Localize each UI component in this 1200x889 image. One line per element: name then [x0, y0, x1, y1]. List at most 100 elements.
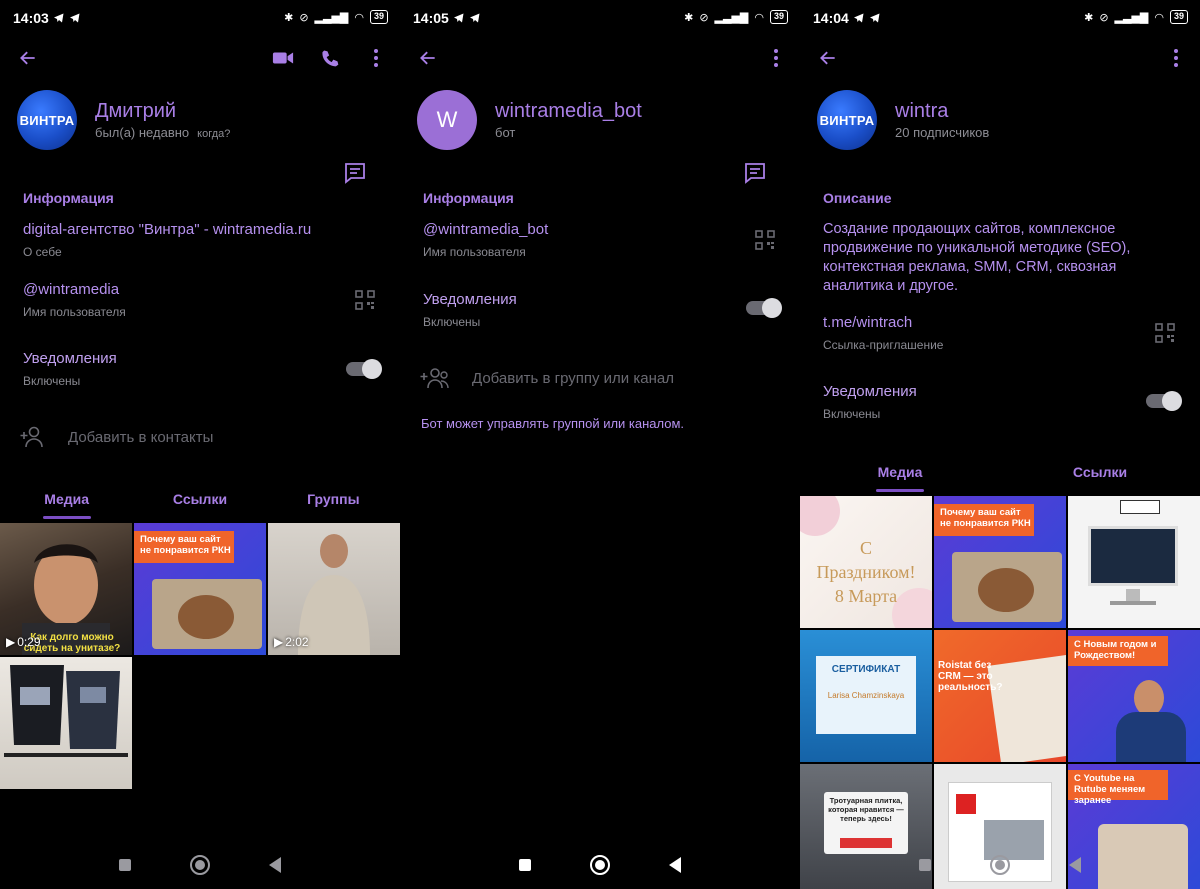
add-group-icon [420, 368, 449, 389]
signal-icon: ▂▃▅▇ [714, 11, 749, 24]
tab-links[interactable]: Ссылки [1000, 464, 1200, 492]
username-value[interactable]: @wintramedia_bot [423, 220, 548, 239]
profile-name: Дмитрий [95, 100, 177, 122]
video-call-icon[interactable] [271, 46, 295, 70]
media-tile[interactable] [1068, 496, 1200, 628]
status-icons: ✱ ⊘ ▂▃▅▇ ◠ 39 [284, 10, 388, 24]
recents-icon[interactable] [519, 859, 532, 871]
avatar[interactable]: W [417, 90, 477, 150]
home-icon[interactable] [989, 855, 1010, 875]
media-tile[interactable]: С Новым годом и Рождеством! [1068, 630, 1200, 762]
qr-code-icon[interactable] [354, 289, 376, 311]
media-tile[interactable] [0, 657, 132, 789]
telegram-icon [69, 13, 80, 23]
last-seen-hint[interactable]: когда? [197, 128, 230, 140]
add-contact-label: Добавить в контакты [68, 428, 214, 446]
media-grid: С Праздником! 8 Марта Почему ваш сайт не… [800, 496, 1200, 889]
last-seen-text: был(а) недавно [95, 125, 190, 140]
phone-call-icon[interactable] [318, 46, 342, 70]
invite-link-label: Ссылка-приглашение [823, 338, 944, 352]
status-icons: ✱ ⊘ ▂▃▅▇ ◠ 39 [1084, 10, 1188, 24]
back-arrow-icon[interactable] [416, 46, 440, 70]
bio-value[interactable]: digital-агентство "Винтра" - wintramedia… [23, 220, 311, 239]
media-subcaption: Larisa Chamzinskaya [827, 691, 905, 700]
notifications-status: Включены [823, 407, 881, 421]
media-tile[interactable]: ▶ 2:02 [268, 523, 400, 655]
recents-icon[interactable] [919, 859, 932, 871]
home-icon[interactable] [589, 855, 610, 875]
profile-name: wintra [895, 100, 949, 122]
signal-icon: ▂▃▅▇ [314, 11, 349, 24]
media-caption: Почему ваш сайт не понравится РКН [940, 507, 1031, 529]
telegram-icon [53, 13, 64, 23]
media-tile[interactable]: СЕРТИФИКАТ Larisa Chamzinskaya [800, 630, 932, 762]
wifi-icon: ◠ [754, 11, 764, 24]
telegram-icon [453, 13, 464, 23]
back-icon[interactable] [268, 857, 281, 873]
back-arrow-icon[interactable] [816, 46, 840, 70]
tab-media[interactable]: Медиа [800, 464, 1000, 492]
qr-code-icon[interactable] [1154, 322, 1176, 344]
avatar[interactable]: ВИНТРА [817, 90, 877, 150]
back-icon[interactable] [1068, 857, 1081, 873]
media-caption: С Новым годом и Рождеством! [1074, 639, 1157, 661]
notifications-title: Уведомления [23, 350, 117, 367]
status-icons: ✱ ⊘ ▂▃▅▇ ◠ 39 [684, 10, 788, 24]
system-nav-bar [400, 841, 800, 889]
media-tile[interactable]: Roistat без CRM — это реальность? [934, 630, 1066, 762]
recents-icon[interactable] [119, 859, 132, 871]
bluetooth-icon: ✱ [1084, 11, 1094, 24]
media-tabs: Медиа Ссылки [800, 464, 1200, 492]
more-menu-icon[interactable] [366, 46, 386, 70]
telegram-icon [869, 13, 880, 23]
status-time: 14:05 [413, 10, 481, 26]
telegram-icon [853, 13, 864, 23]
notifications-toggle[interactable] [346, 359, 382, 379]
bot-profile-screen: 14:05 ✱ ⊘ ▂▃▅▇ ◠ 39 W wintramedia_bot бо… [400, 0, 800, 889]
notifications-toggle[interactable] [746, 298, 782, 318]
media-caption: СЕРТИФИКАТ [831, 664, 901, 675]
message-icon[interactable] [742, 160, 768, 186]
notifications-title: Уведомления [823, 383, 917, 400]
add-person-icon [20, 426, 43, 448]
tab-links[interactable]: Ссылки [133, 491, 266, 519]
tab-groups[interactable]: Группы [267, 491, 400, 519]
notifications-title: Уведомления [423, 291, 517, 308]
media-caption: С Youtube на Rutube меняем заранее [1074, 773, 1146, 806]
back-icon[interactable] [668, 857, 681, 873]
bluetooth-icon: ✱ [284, 11, 294, 24]
mute-icon: ⊘ [299, 11, 309, 24]
invite-link-value[interactable]: t.me/wintrach [823, 313, 912, 332]
video-duration: ▶ 2:02 [274, 635, 309, 649]
mute-icon: ⊘ [1099, 11, 1109, 24]
add-contact-button[interactable]: Добавить в контакты [20, 426, 213, 448]
info-section-title: Информация [423, 190, 514, 206]
play-icon: ▶ [6, 635, 16, 649]
media-tile[interactable]: Как долго можно сидеть на унитазе? ▶ 0:29 [0, 523, 132, 655]
back-arrow-icon[interactable] [16, 46, 40, 70]
media-tabs: Медиа Ссылки Группы [0, 491, 400, 519]
username-value[interactable]: @wintramedia [23, 280, 119, 299]
add-to-group-button[interactable]: Добавить в группу или канал [420, 367, 674, 389]
battery-icon: 39 [1169, 10, 1188, 24]
qr-code-icon[interactable] [754, 229, 776, 251]
more-menu-icon[interactable] [1166, 46, 1186, 70]
media-caption: Почему ваш сайт не понравится РКН [140, 534, 231, 556]
signal-icon: ▂▃▅▇ [1114, 11, 1149, 24]
battery-icon: 39 [369, 10, 388, 24]
media-tile[interactable]: Почему ваш сайт не понравится РКН [134, 523, 266, 655]
play-icon: ▶ [274, 635, 284, 649]
wifi-icon: ◠ [354, 11, 364, 24]
more-menu-icon[interactable] [766, 46, 786, 70]
message-icon[interactable] [342, 160, 368, 186]
wifi-icon: ◠ [1154, 11, 1164, 24]
home-icon[interactable] [189, 855, 210, 875]
bio-label: О себе [23, 245, 62, 259]
add-to-group-label: Добавить в группу или канал [472, 369, 674, 387]
media-tile[interactable]: С Праздником! 8 Марта [800, 496, 932, 628]
video-duration: ▶ 0:29 [6, 635, 41, 649]
notifications-toggle[interactable] [1146, 391, 1182, 411]
tab-media[interactable]: Медиа [0, 491, 133, 519]
avatar[interactable]: ВИНТРА [17, 90, 77, 150]
media-tile[interactable]: Почему ваш сайт не понравится РКН [934, 496, 1066, 628]
